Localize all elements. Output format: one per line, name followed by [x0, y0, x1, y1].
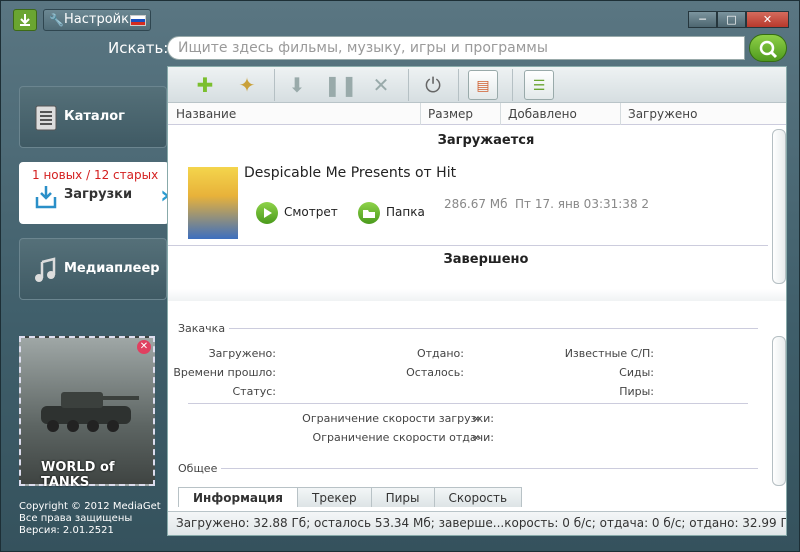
group-line [178, 328, 758, 329]
catalog-icon [35, 105, 57, 131]
toolbar-separator [512, 69, 513, 101]
maximize-button[interactable]: □ [717, 11, 746, 28]
tank-image [41, 392, 139, 432]
dl-limit-value[interactable]: ∞ [472, 412, 481, 425]
toolbar: ✚ ✦ ⬇ ❚❚ ✕ ⏻ ▤ ☰ [168, 67, 786, 103]
column-header: Название Размер Добавлено Загружено [168, 103, 786, 125]
app-logo-icon [13, 9, 37, 31]
delete-icon[interactable]: ✕ [366, 70, 396, 100]
list-view-icon[interactable]: ☰ [524, 70, 554, 100]
downloads-count-badge: 1 новых / 12 старых [32, 168, 159, 182]
group-line [178, 468, 758, 469]
group-transfer-label: Закачка [178, 322, 230, 335]
settings-button[interactable]: 🔧 Настройки [43, 9, 151, 31]
tab-info[interactable]: Информация [178, 487, 298, 507]
play-icon [256, 202, 278, 224]
add-file-icon[interactable]: ✚ [190, 70, 220, 100]
section-completed: Завершено [443, 252, 529, 267]
minimize-button[interactable]: ─ [688, 11, 717, 28]
downloads-icon [35, 186, 57, 209]
splitter[interactable] [168, 289, 786, 301]
ad-title: WORLD of TANKS [41, 460, 115, 490]
tab-speed[interactable]: Скорость [433, 487, 523, 507]
ul-limit-label: Ограничение скорости отдачи: [312, 431, 494, 444]
list-scrollbar[interactable] [772, 129, 786, 284]
music-note-icon [35, 257, 56, 282]
remaining-label: Осталось: [406, 366, 464, 379]
sidebar-item-player[interactable]: Медиаплеер [19, 238, 167, 300]
divider [168, 245, 768, 246]
section-downloading: Загружается [437, 133, 535, 148]
peers-label: Пиры: [619, 385, 654, 398]
search-input[interactable]: Ищите здесь фильмы, музыку, игры и прогр… [167, 36, 745, 60]
settings-label: Настройки [64, 12, 138, 27]
status-bar: Загружено: 32.88 Гб; осталось 53.34 Мб; … [168, 511, 786, 535]
sidebar-label-player: Медиаплеер [64, 261, 160, 276]
power-icon[interactable]: ⏻ [418, 70, 448, 100]
dl-limit-label: Ограничение скорости загрузки: [302, 412, 494, 425]
col-name[interactable]: Название [176, 107, 236, 121]
ul-limit-value[interactable]: ∞ [472, 431, 481, 444]
download-thumbnail [188, 167, 238, 239]
search-label: Искать: [108, 39, 169, 57]
group-general-label: Общее [178, 462, 222, 475]
copyright-block: Copyright © 2012 MediaGet Все права защи… [19, 501, 161, 537]
ad-close-icon[interactable]: ✕ [137, 340, 151, 354]
details-tabs: Информация Трекер Пиры Скорость [178, 487, 523, 507]
known-peers-label: Известные С/П: [564, 347, 654, 360]
sidebar-item-downloads[interactable]: 1 новых / 12 старых Загрузки › [19, 162, 170, 224]
wrench-icon: 🔧 [49, 13, 64, 27]
seeds-label: Сиды: [619, 366, 654, 379]
download-size: 286.67 Мб [444, 197, 508, 211]
magic-wand-icon[interactable]: ✦ [232, 70, 262, 100]
col-size[interactable]: Размер [428, 107, 473, 121]
download-title: Despicable Me Presents от Hit [244, 165, 457, 181]
elapsed-label: Времени прошло: [173, 366, 276, 379]
chart-view-icon[interactable]: ▤ [468, 70, 498, 100]
details-panel: Закачка Загружено: Времени прошло: Стату… [168, 302, 786, 500]
close-button[interactable]: ✕ [746, 11, 789, 28]
uploaded-label: Отдано: [416, 347, 464, 360]
pause-icon[interactable]: ❚❚ [324, 70, 358, 100]
version-line: Версия: 2.01.2521 [19, 525, 114, 536]
advertisement-banner[interactable]: ✕ WORLD of TANKS [19, 336, 155, 490]
sidebar-label-catalog: Каталог [64, 109, 125, 124]
tab-tracker[interactable]: Трекер [297, 487, 372, 507]
tab-peers[interactable]: Пиры [370, 487, 435, 507]
col-added[interactable]: Добавлено [508, 107, 577, 121]
status-label: Статус: [232, 385, 276, 398]
downloaded-label: Загружено: [208, 347, 276, 360]
search-icon [759, 40, 778, 59]
sidebar-label-downloads: Загрузки [64, 187, 133, 202]
col-saved[interactable]: Загружено [628, 107, 697, 121]
sidebar-item-catalog[interactable]: Каталог [19, 86, 167, 148]
download-arrow-icon[interactable]: ⬇ [282, 70, 312, 100]
toolbar-separator [408, 69, 409, 101]
downloads-panel: ✚ ✦ ⬇ ❚❚ ✕ ⏻ ▤ ☰ Название Размер Добавле… [167, 66, 787, 536]
folder-icon [358, 202, 380, 224]
copyright-line: Copyright © 2012 MediaGet [19, 501, 161, 512]
details-scrollbar[interactable] [772, 336, 786, 486]
rights-line: Все права защищены [19, 513, 133, 524]
toolbar-separator [274, 69, 275, 101]
toolbar-separator [458, 69, 459, 101]
language-flag-icon[interactable] [130, 15, 146, 26]
divider [188, 403, 748, 404]
window-controls: ─ □ ✕ [688, 11, 789, 28]
search-button[interactable] [749, 34, 787, 62]
download-date: Пт 17. янв 03:31:38 2 [515, 197, 650, 211]
app-window: 🔧 Настройки ─ □ ✕ Искать: Ищите здесь фи… [0, 0, 800, 552]
